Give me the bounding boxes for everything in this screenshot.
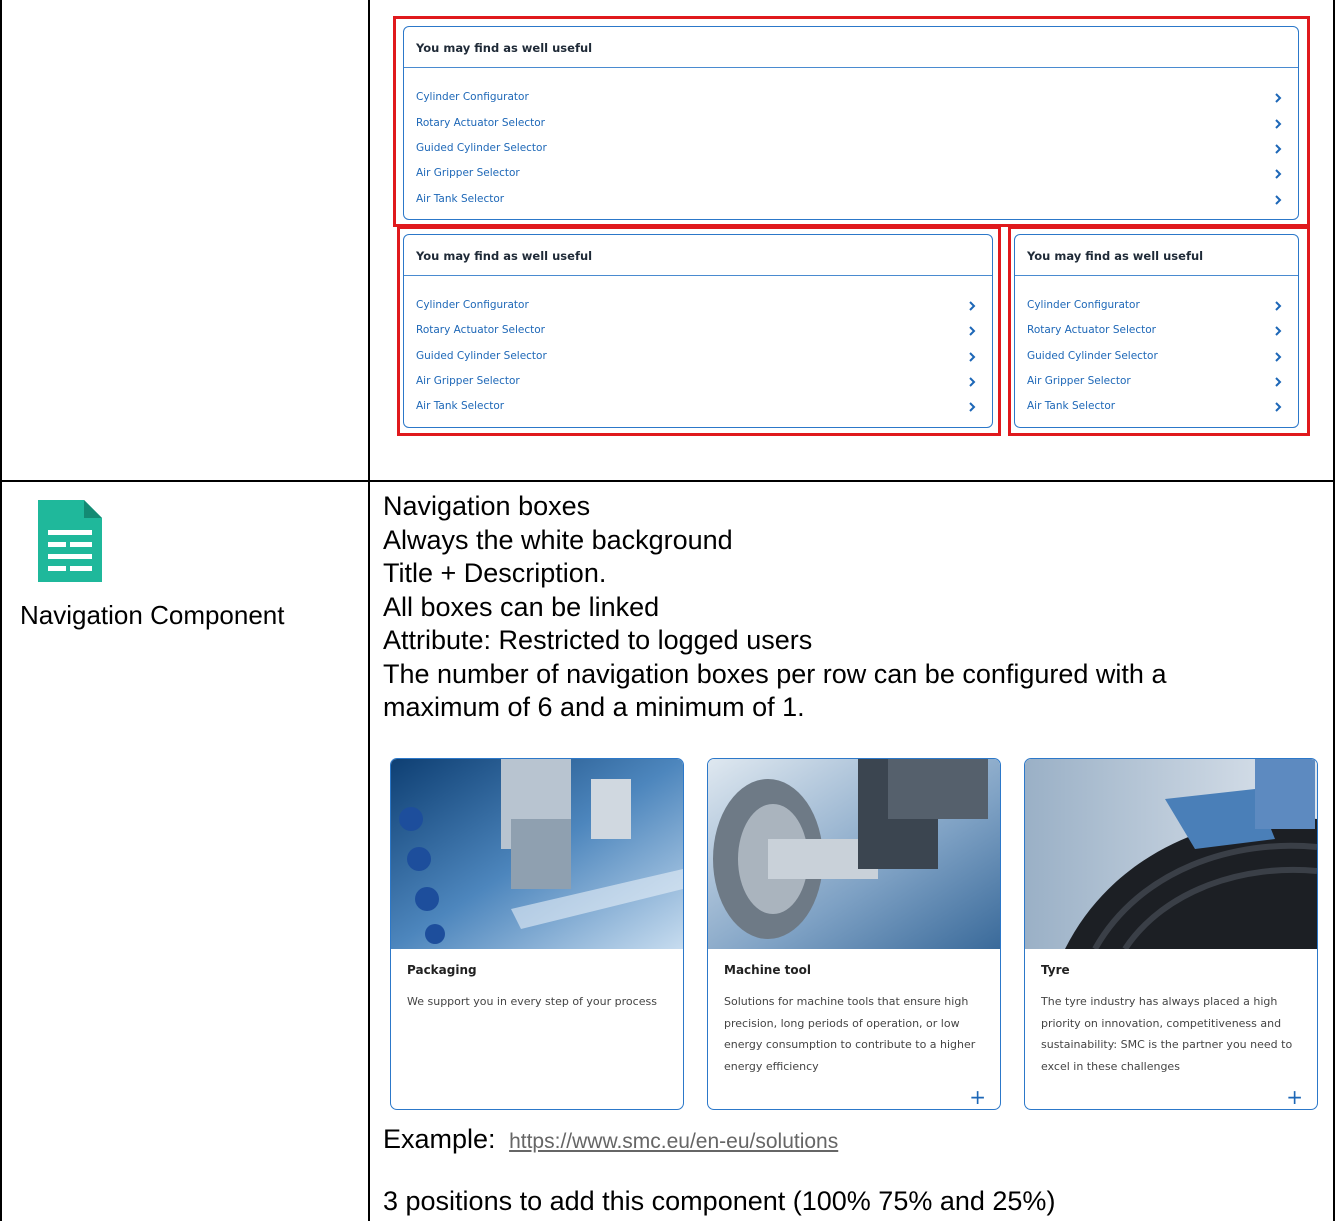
useful-link-row[interactable]: Guided Cylinder Selector [404, 348, 992, 368]
useful-link-row[interactable]: Rotary Actuator Selector [404, 322, 992, 342]
useful-link[interactable]: Air Gripper Selector [416, 375, 520, 387]
useful-link[interactable]: Air Tank Selector [416, 193, 504, 205]
example-link[interactable]: https://www.smc.eu/en-eu/solutions [509, 1130, 838, 1153]
useful-link-row[interactable]: Air Tank Selector [404, 191, 1298, 211]
useful-link-row[interactable]: Air Gripper Selector [404, 165, 1298, 185]
nav-card-tyre[interactable]: Tyre The tyre industry has always placed… [1024, 758, 1318, 1110]
plus-icon[interactable]: + [1286, 1087, 1303, 1107]
useful-link-row[interactable]: Guided Cylinder Selector [1015, 348, 1298, 368]
useful-box-25: You may find as well useful Cylinder Con… [1014, 234, 1299, 428]
useful-link-row[interactable]: Rotary Actuator Selector [404, 115, 1298, 135]
packaging-image [391, 759, 683, 949]
useful-link-row[interactable]: Cylinder Configurator [404, 89, 1298, 109]
useful-link[interactable]: Rotary Actuator Selector [416, 117, 545, 129]
chevron-right-icon [1275, 377, 1282, 387]
card-title: Packaging [407, 963, 477, 977]
useful-box-title: You may find as well useful [1027, 249, 1204, 263]
nav-card-machine-tool[interactable]: Machine tool Solutions for machine tools… [707, 758, 1001, 1110]
chevron-right-icon [1275, 352, 1282, 362]
tyre-image [1025, 759, 1317, 949]
description-line: Title + Description. [383, 558, 607, 588]
useful-link[interactable]: Guided Cylinder Selector [416, 350, 547, 362]
useful-link-row[interactable]: Rotary Actuator Selector [1015, 322, 1298, 342]
useful-link-row[interactable]: Air Tank Selector [1015, 398, 1298, 418]
description-line: Navigation boxes [383, 491, 591, 521]
useful-link[interactable]: Air Gripper Selector [1027, 375, 1131, 387]
useful-link[interactable]: Guided Cylinder Selector [1027, 350, 1158, 362]
useful-link[interactable]: Rotary Actuator Selector [416, 324, 545, 336]
useful-link[interactable]: Cylinder Configurator [1027, 299, 1140, 311]
card-title: Machine tool [724, 963, 812, 977]
useful-link-row[interactable]: Cylinder Configurator [1015, 297, 1298, 317]
useful-box-full: You may find as well useful Cylinder Con… [403, 26, 1299, 220]
useful-box-divider [404, 67, 1298, 68]
useful-link[interactable]: Air Tank Selector [1027, 400, 1115, 412]
component-description: Navigation boxes Always the white backgr… [383, 490, 1323, 725]
chevron-right-icon [1275, 169, 1282, 179]
useful-link[interactable]: Cylinder Configurator [416, 91, 529, 103]
table-column-divider [368, 0, 370, 1221]
chevron-right-icon [1275, 144, 1282, 154]
description-line: The number of navigation boxes per row c… [383, 658, 1167, 689]
positions-note: 3 positions to add this component (100% … [383, 1186, 1056, 1216]
chevron-right-icon [1275, 93, 1282, 103]
card-description: Solutions for machine tools that ensure … [724, 995, 976, 1073]
chevron-right-icon [969, 301, 976, 311]
chevron-right-icon [1275, 326, 1282, 336]
useful-link-row[interactable]: Guided Cylinder Selector [404, 140, 1298, 160]
card-description: The tyre industry has always placed a hi… [1041, 995, 1293, 1073]
chevron-right-icon [969, 402, 976, 412]
useful-link[interactable]: Air Gripper Selector [416, 167, 520, 179]
table-row-divider [0, 480, 1335, 482]
useful-link[interactable]: Cylinder Configurator [416, 299, 529, 311]
useful-link-row[interactable]: Air Tank Selector [404, 398, 992, 418]
card-description: We support you in every step of your pro… [407, 995, 657, 1008]
document-icon [38, 500, 102, 582]
description-line: maximum of 6 and a minimum of 1. [383, 692, 805, 722]
chevron-right-icon [969, 326, 976, 336]
chevron-right-icon [1275, 195, 1282, 205]
useful-link-row[interactable]: Air Gripper Selector [1015, 373, 1298, 393]
chevron-right-icon [969, 352, 976, 362]
useful-box-title: You may find as well useful [416, 41, 593, 55]
card-title: Tyre [1041, 963, 1070, 977]
nav-card-packaging[interactable]: Packaging We support you in every step o… [390, 758, 684, 1110]
component-name: Navigation Component [20, 600, 285, 630]
description-line: Always the white background [383, 524, 733, 555]
useful-link-row[interactable]: Cylinder Configurator [404, 297, 992, 317]
useful-box-75: You may find as well useful Cylinder Con… [403, 234, 993, 428]
useful-link[interactable]: Guided Cylinder Selector [416, 142, 547, 154]
description-line: Attribute: Restricted to logged users [383, 625, 813, 655]
chevron-right-icon [1275, 402, 1282, 412]
description-line: All boxes can be linked [383, 591, 660, 622]
table-border-left [0, 0, 2, 1221]
chevron-right-icon [969, 377, 976, 387]
plus-icon[interactable]: + [969, 1087, 986, 1107]
example-line: Example: https://www.smc.eu/en-eu/soluti… [383, 1124, 838, 1155]
example-label: Example: [383, 1124, 496, 1154]
useful-box-divider [1015, 275, 1298, 276]
chevron-right-icon [1275, 119, 1282, 129]
useful-link[interactable]: Air Tank Selector [416, 400, 504, 412]
chevron-right-icon [1275, 301, 1282, 311]
useful-box-divider [404, 275, 992, 276]
useful-link[interactable]: Rotary Actuator Selector [1027, 324, 1156, 336]
useful-box-title: You may find as well useful [416, 249, 593, 263]
machine-tool-image [708, 759, 1000, 949]
useful-link-row[interactable]: Air Gripper Selector [404, 373, 992, 393]
